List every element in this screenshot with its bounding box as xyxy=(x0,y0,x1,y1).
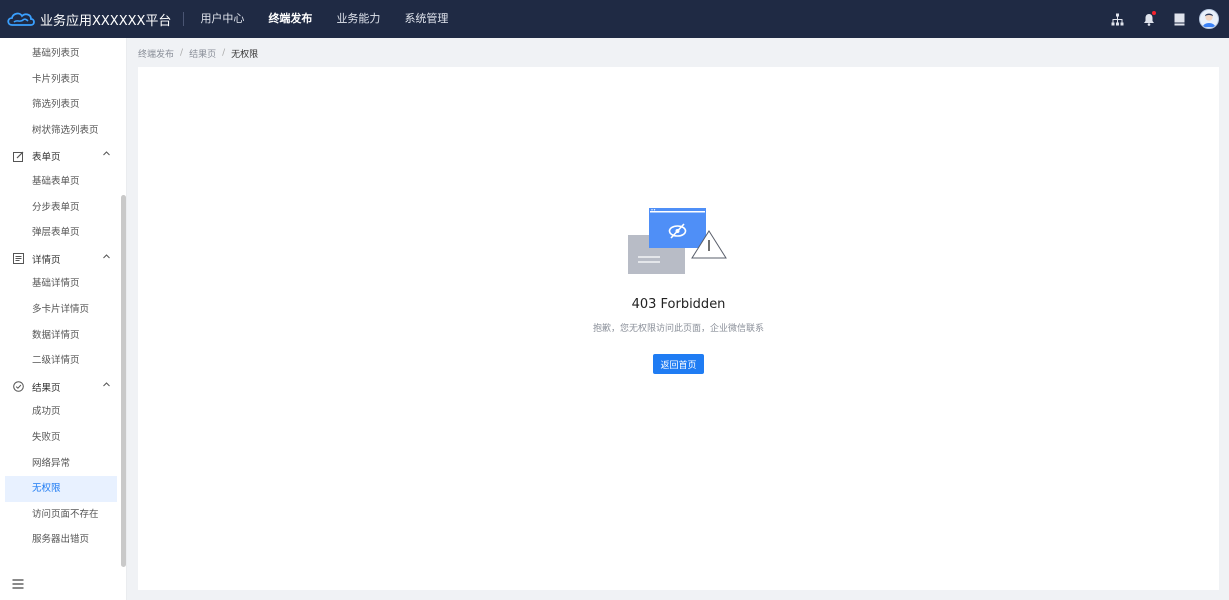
top-nav-system-management[interactable]: 系统管理 xyxy=(392,0,460,38)
result-title: 403 Forbidden xyxy=(631,297,726,312)
sidebar-item-basic-detail[interactable]: 基础详情页 xyxy=(0,271,122,297)
avatar[interactable] xyxy=(1199,9,1219,29)
chevron-up-icon xyxy=(103,382,110,387)
edit-icon xyxy=(12,150,24,162)
no-permission-illustration xyxy=(628,208,727,274)
top-nav-terminal-release[interactable]: 终端发布 xyxy=(256,0,324,38)
notification-button[interactable] xyxy=(1133,0,1164,38)
sidebar-item-no-permission[interactable]: 无权限 xyxy=(5,476,117,502)
sidebar-group-result[interactable]: 结果页 xyxy=(0,374,122,400)
breadcrumb-terminal-release[interactable]: 终端发布 xyxy=(138,47,174,60)
sidebar-group-label: 结果页 xyxy=(32,382,61,394)
sidebar-item-step-form[interactable]: 分步表单页 xyxy=(0,195,122,221)
org-tree-icon xyxy=(1111,13,1124,25)
header-actions xyxy=(1102,0,1219,38)
document-icon xyxy=(12,253,24,265)
chevron-up-icon xyxy=(103,254,110,259)
sidebar-group-detail[interactable]: 详情页 xyxy=(0,246,122,272)
top-nav-business-capability[interactable]: 业务能力 xyxy=(324,0,392,38)
top-header: 业务应用XXXXXX平台 用户中心 终端发布 业务能力 系统管理 xyxy=(0,0,1229,38)
app-title: 业务应用XXXXXX平台 xyxy=(40,13,172,29)
cloud-logo-icon xyxy=(7,12,35,26)
docs-button[interactable] xyxy=(1164,0,1195,38)
user-avatar-icon xyxy=(1202,13,1216,28)
sidebar-item-network-error[interactable]: 网络异常 xyxy=(0,451,122,477)
sidebar-item-success[interactable]: 成功页 xyxy=(0,399,122,425)
top-nav: 用户中心 终端发布 业务能力 系统管理 xyxy=(188,0,460,38)
back-home-button[interactable]: 返回首页 xyxy=(653,354,704,374)
breadcrumb: 终端发布 / 结果页 / 无权限 xyxy=(138,46,258,60)
sidebar-item-filter-list[interactable]: 筛选列表页 xyxy=(0,92,122,118)
result-card: 403 Forbidden 抱歉，您无权限访问此页面，企业微信联系 返回首页 xyxy=(138,67,1219,590)
sidebar-group-label: 详情页 xyxy=(32,254,61,266)
sidebar-item-card-list[interactable]: 卡片列表页 xyxy=(0,67,122,93)
breadcrumb-result-page[interactable]: 结果页 xyxy=(189,47,216,60)
sidebar-menu: 基础列表页 卡片列表页 筛选列表页 树状筛选列表页 表单页 基础表单页 分步表单… xyxy=(0,41,122,553)
breadcrumb-separator: / xyxy=(180,48,184,58)
sidebar-item-not-found[interactable]: 访问页面不存在 xyxy=(0,502,122,528)
org-tree-button[interactable] xyxy=(1102,0,1133,38)
notification-dot xyxy=(1152,11,1156,15)
sidebar-item-modal-form[interactable]: 弹层表单页 xyxy=(0,220,122,246)
chevron-up-icon xyxy=(103,151,110,156)
top-nav-user-center[interactable]: 用户中心 xyxy=(188,0,256,38)
book-icon xyxy=(1174,13,1185,25)
menu-collapse-icon[interactable] xyxy=(12,579,24,589)
result-subtitle: 抱歉，您无权限访问此页面，企业微信联系 xyxy=(592,324,764,334)
sidebar-item-multi-card-detail[interactable]: 多卡片详情页 xyxy=(0,297,122,323)
sidebar-item-data-detail[interactable]: 数据详情页 xyxy=(0,323,122,349)
sidebar-item-basic-list[interactable]: 基础列表页 xyxy=(0,41,122,67)
sidebar-group-form[interactable]: 表单页 xyxy=(0,143,122,169)
sidebar-item-basic-form[interactable]: 基础表单页 xyxy=(0,169,122,195)
check-circle-icon xyxy=(12,381,24,393)
header-divider xyxy=(183,12,185,26)
sidebar-group-label: 表单页 xyxy=(32,152,61,164)
sidebar-item-server-error[interactable]: 服务器出错页 xyxy=(0,527,122,553)
sidebar-scrollbar[interactable] xyxy=(121,195,126,567)
sidebar-item-secondary-detail[interactable]: 二级详情页 xyxy=(0,348,122,374)
logo[interactable]: 业务应用XXXXXX平台 xyxy=(0,0,171,38)
sidebar-item-fail[interactable]: 失败页 xyxy=(0,425,122,451)
sidebar: 基础列表页 卡片列表页 筛选列表页 树状筛选列表页 表单页 基础表单页 分步表单… xyxy=(0,38,127,600)
breadcrumb-separator: / xyxy=(222,48,226,58)
breadcrumb-current: 无权限 xyxy=(231,49,259,60)
sidebar-item-tree-filter-list[interactable]: 树状筛选列表页 xyxy=(0,118,122,144)
